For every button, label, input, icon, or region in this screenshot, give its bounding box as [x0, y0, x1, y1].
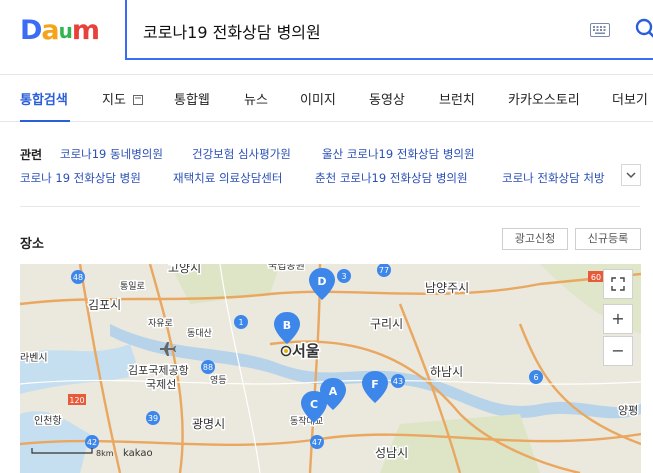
ad-request-button[interactable]: 광고신청: [502, 228, 568, 250]
scale-label: 8km: [96, 449, 114, 458]
map-label: 라벤시: [20, 352, 48, 364]
route-badge: 1: [238, 318, 243, 327]
map-label: 영등: [210, 375, 227, 386]
new-window-icon: [133, 95, 144, 105]
tab-news[interactable]: 뉴스: [244, 89, 268, 108]
map-label: 동대산: [187, 328, 212, 339]
route-badge: 6: [533, 373, 538, 382]
related-label: 관련: [20, 148, 43, 162]
map-label: 국립공원: [268, 264, 305, 272]
tab-map[interactable]: 지도: [102, 89, 144, 108]
route-badge: 47: [312, 438, 322, 447]
route-badge: 48: [73, 273, 83, 282]
zoom-in-button[interactable]: +: [603, 304, 633, 334]
route-badge: 60: [591, 273, 601, 282]
kakao-brand: kakao: [123, 448, 153, 459]
map-label: 구리시: [370, 317, 403, 331]
search-icon[interactable]: [635, 18, 653, 40]
map-label: 성남시: [375, 446, 408, 460]
active-tab-indicator: [20, 120, 70, 122]
marker-label: B: [283, 319, 291, 332]
logo-letter-d: D: [20, 15, 42, 46]
route-badge: 43: [393, 377, 403, 386]
map-label: 김포국제공항: [128, 364, 189, 377]
related-link[interactable]: 춘천 코로나19 전화상담 병의원: [315, 170, 468, 186]
map-label: 인천항: [34, 415, 62, 427]
related-link[interactable]: 코로나19 동네병의원: [60, 146, 163, 162]
related-link[interactable]: 코로나 19 전화상담 병원: [20, 170, 141, 186]
fullscreen-icon: [611, 277, 625, 291]
tab-more[interactable]: 더보기: [612, 89, 648, 108]
related-link[interactable]: 울산 코로나19 전화상담 병의원: [322, 146, 475, 162]
related-expand-button[interactable]: [621, 164, 641, 186]
register-place-button[interactable]: 신규등록: [575, 228, 641, 250]
places-title: 장소: [20, 237, 44, 252]
route-badge: 42: [87, 438, 97, 447]
marker-label: C: [310, 398, 318, 411]
map-label: 김포시: [88, 298, 121, 312]
search-tabs: 통합검색 지도 통합웹 뉴스 이미지 동영상 브런치 카카오스토리 더보기: [0, 74, 653, 122]
search-input[interactable]: [141, 14, 575, 48]
logo-letter-u: u: [58, 19, 73, 43]
map-label: 통일로: [120, 281, 145, 292]
chevron-down-icon: [626, 172, 636, 179]
daum-logo[interactable]: Daum: [20, 14, 110, 48]
marker-label: D: [317, 275, 326, 288]
map-label: 자유로: [148, 318, 173, 329]
route-badge: 77: [379, 266, 389, 275]
map-label: 양평: [618, 404, 638, 417]
tab-map-label: 지도: [102, 93, 126, 108]
map-label: 고양시: [168, 264, 201, 275]
map-label: 서울: [292, 342, 320, 360]
map-label: 하남시: [430, 365, 463, 379]
route-badge: 39: [148, 414, 158, 423]
map-label: 남양주시: [425, 281, 469, 295]
zoom-out-button[interactable]: −: [603, 336, 633, 366]
related-link[interactable]: 코로나 전화상담 처방: [502, 170, 617, 186]
marker-label: A: [329, 385, 338, 398]
map-canvas[interactable]: 48 3 1 6 43 47 39 88 120 42 60 77 고양시 김포…: [20, 264, 641, 473]
tab-integrated[interactable]: 통합검색: [20, 89, 68, 108]
map-label: 국제선: [146, 378, 176, 391]
fullscreen-button[interactable]: [603, 269, 633, 299]
related-link[interactable]: 건강보험 심사평가원: [192, 146, 291, 162]
tab-images[interactable]: 이미지: [300, 89, 336, 108]
logo-letter-a: a: [41, 15, 59, 46]
tab-kakaostory[interactable]: 카카오스토리: [508, 89, 580, 108]
map-view[interactable]: 48 3 1 6 43 47 39 88 120 42 60 77 고양시 김포…: [20, 264, 641, 473]
search-box: [125, 0, 653, 60]
route-badge: 120: [69, 396, 84, 405]
related-link[interactable]: 재택치료 의료상담센터: [173, 170, 282, 186]
divider: [20, 206, 640, 207]
keyboard-icon[interactable]: [590, 23, 610, 37]
route-badge: 88: [203, 363, 213, 372]
marker-label: F: [371, 378, 379, 391]
tab-brunch[interactable]: 브런치: [439, 89, 475, 108]
logo-letter-m: m: [71, 15, 100, 46]
seoul-marker-dot: [284, 349, 288, 353]
route-badge: 3: [341, 272, 346, 281]
tab-web[interactable]: 통합웹: [174, 89, 210, 108]
map-label: 광명시: [192, 417, 225, 431]
tab-video[interactable]: 동영상: [369, 89, 405, 108]
